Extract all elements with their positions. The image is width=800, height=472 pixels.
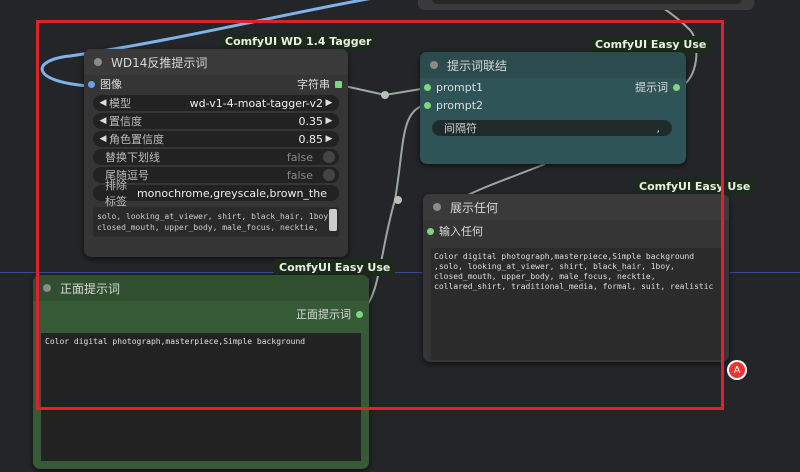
show-badge: ComfyUI Easy Use [634, 178, 756, 195]
positive-output-label: 正面提示词 [296, 308, 351, 321]
prompt1-row: prompt1 提示词 [420, 78, 686, 96]
positive-text-area[interactable]: Color digital photograph,masterpiece,Sim… [41, 333, 361, 461]
reroute-dot [381, 91, 389, 99]
confidence-slider[interactable]: ◀ 置信度 0.35 ▶ [93, 113, 339, 129]
show-title: 展示任何 [450, 200, 499, 215]
wd14-text-line: closed_mouth, upper_body, male_focus, ne… [97, 223, 319, 232]
image-input-socket-icon[interactable] [88, 81, 95, 88]
arrow-left-icon[interactable]: ◀ [97, 116, 109, 126]
separator-field[interactable]: 间隔符 , [432, 120, 672, 136]
show-any-node[interactable]: 展示任何 输入任何 Color digital photograph,maste… [423, 194, 729, 362]
string-output-socket-icon[interactable] [335, 81, 342, 88]
show-header[interactable]: 展示任何 [423, 194, 729, 220]
separator-label: 间隔符 [444, 122, 477, 135]
collapse-dot-icon[interactable] [433, 203, 441, 211]
wire-positive [359, 103, 429, 313]
wd14-title: WD14反推提示词 [111, 55, 208, 70]
show-text-area[interactable]: Color digital photograph,masterpiece,Sim… [431, 248, 721, 360]
concat-node[interactable]: 提示词联结 prompt1 提示词 prompt2 间隔符 , [420, 52, 686, 164]
model-value: wd-v1-4-moat-tagger-v2 [189, 96, 323, 110]
prompt2-socket-icon[interactable] [424, 101, 431, 109]
arrow-right-icon[interactable]: ▶ [323, 116, 335, 126]
collapse-dot-icon[interactable] [43, 284, 51, 292]
show-input-socket-icon[interactable] [427, 228, 434, 235]
arrow-left-icon[interactable]: ◀ [97, 134, 109, 144]
wd14-output-text[interactable]: solo, looking_at_viewer, shirt, black_ha… [93, 207, 339, 237]
exclude-tags-label: 排除标签 [105, 179, 127, 208]
collapse-dot-icon[interactable] [94, 58, 102, 66]
positive-badge: ComfyUI Easy Use [274, 259, 396, 276]
concat-badge: ComfyUI Easy Use [590, 36, 712, 53]
assistant-button[interactable]: A [727, 360, 747, 380]
separator-value: , [656, 121, 661, 135]
wd14-node[interactable]: WD14反推提示词 图像 字符串 ◀ 模型 wd-v1-4-moat-tagge… [84, 49, 348, 257]
toggle-knob-icon [323, 169, 335, 181]
model-combo[interactable]: ◀ 模型 wd-v1-4-moat-tagger-v2 ▶ [93, 95, 339, 111]
positive-title: 正面提示词 [60, 281, 121, 296]
concat-header[interactable]: 提示词联结 [420, 52, 686, 78]
positive-prompt-node[interactable]: 正面提示词 正面提示词 Color digital photograph,mas… [33, 275, 369, 469]
character-confidence-value: 0.85 [298, 132, 324, 146]
image-input-label: 图像 [100, 78, 122, 91]
confidence-label: 置信度 [109, 115, 142, 128]
replace-underscore-label: 替换下划线 [105, 151, 160, 164]
prompt2-label: prompt2 [436, 98, 484, 112]
wd14-text-line: solo, looking_at_viewer, shirt, black_ha… [97, 212, 334, 221]
positive-header[interactable]: 正面提示词 [33, 275, 369, 301]
exclude-tags-value: monochrome,greyscale,brown_the [136, 186, 327, 200]
concat-output-label: 提示词 [635, 81, 668, 94]
arrow-right-icon[interactable]: ▶ [323, 98, 335, 108]
model-label: 模型 [109, 97, 131, 110]
wd14-badge: ComfyUI WD 1.4 Tagger [220, 33, 377, 50]
trailing-comma-value: false [286, 168, 313, 182]
wd14-header[interactable]: WD14反推提示词 [84, 49, 348, 75]
prompt1-socket-icon[interactable] [424, 83, 431, 91]
prompt2-row: prompt2 [420, 96, 686, 114]
show-input-row: 输入任何 [423, 222, 729, 240]
wd14-io-row: 图像 字符串 [84, 75, 348, 93]
character-confidence-label: 角色置信度 [109, 133, 164, 146]
reroute-dot-2 [394, 196, 402, 204]
scrollbar[interactable] [329, 209, 337, 231]
positive-output-row: 正面提示词 [33, 305, 369, 323]
toggle-knob-icon [323, 151, 335, 163]
prompt1-label: prompt1 [436, 80, 484, 94]
arrow-left-icon[interactable]: ◀ [97, 98, 109, 108]
collapse-dot-icon[interactable] [430, 61, 438, 69]
node-canvas[interactable]: false ComfyUI WD 1.4 Tagger WD14反推提示词 图像… [0, 0, 800, 472]
top-node-fragment[interactable]: false [418, 0, 754, 10]
concat-title: 提示词联结 [447, 58, 508, 73]
top-node-value: false [711, 0, 732, 2]
confidence-value: 0.35 [298, 114, 324, 128]
positive-output-socket-icon[interactable] [356, 311, 363, 318]
arrow-right-icon[interactable]: ▶ [323, 134, 335, 144]
character-confidence-slider[interactable]: ◀ 角色置信度 0.85 ▶ [93, 131, 339, 147]
replace-underscore-value: false [286, 150, 313, 164]
concat-output-socket-icon[interactable] [673, 84, 680, 91]
show-input-label: 输入任何 [439, 225, 483, 238]
exclude-tags-field[interactable]: 排除标签 monochrome,greyscale,brown_the [93, 179, 339, 208]
string-output-label: 字符串 [297, 78, 330, 91]
replace-underscore-toggle[interactable]: 替换下划线 false [93, 149, 339, 165]
